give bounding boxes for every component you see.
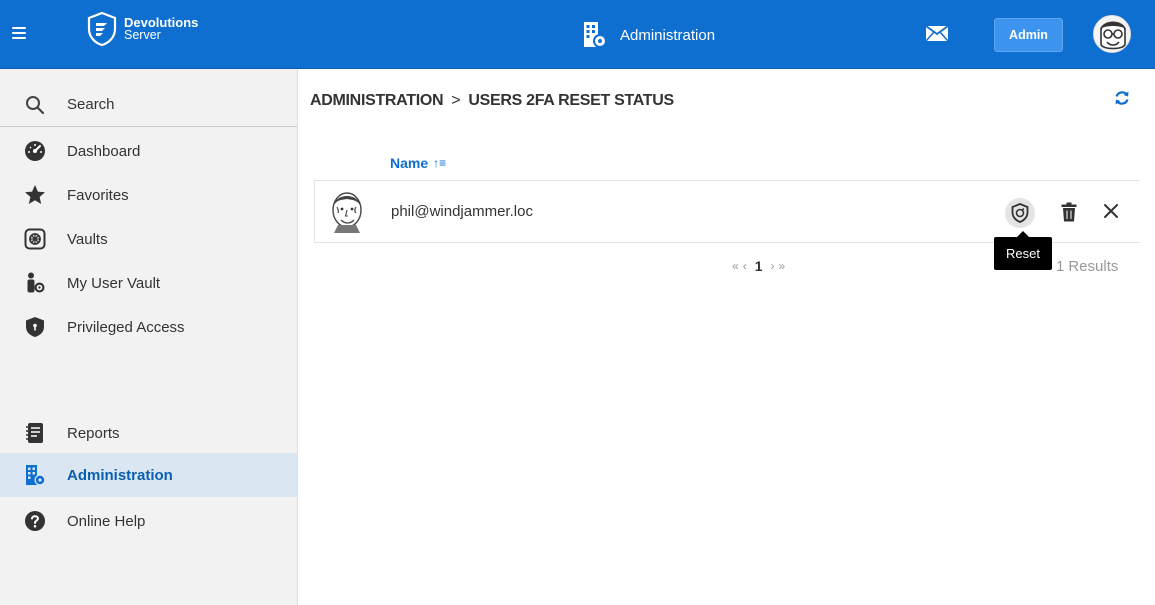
sidebar-item-label: Reports	[67, 424, 120, 442]
devolutions-logo-icon	[87, 12, 117, 46]
admin-button[interactable]: Admin	[994, 18, 1063, 52]
sidebar-item-administration[interactable]: Administration	[0, 453, 297, 497]
results-count: 1 Results	[1056, 258, 1118, 275]
top-bar: Devolutions Server Administration Admin	[0, 0, 1155, 69]
administration-icon	[26, 465, 46, 486]
sidebar-item-label: Privileged Access	[67, 318, 185, 336]
vault-icon	[24, 228, 46, 250]
header-title: Administration	[620, 26, 716, 44]
sidebar-item-label: Dashboard	[67, 142, 141, 160]
refresh-icon[interactable]	[1113, 89, 1131, 107]
header-section-title: Administration	[581, 21, 715, 49]
user-avatar[interactable]	[1093, 15, 1131, 53]
sidebar-item-favorites[interactable]: Favorites	[0, 173, 297, 217]
reset-tooltip: Reset	[994, 231, 1052, 270]
avatar	[332, 192, 362, 233]
sidebar-item-label: Favorites	[67, 186, 129, 204]
column-header-name[interactable]: Name ↑≡	[390, 155, 446, 171]
sidebar-item-label: My User Vault	[67, 274, 161, 292]
current-page[interactable]: 1	[755, 258, 763, 274]
mail-icon[interactable]	[926, 26, 948, 41]
next-page-button[interactable]: ›	[770, 259, 774, 273]
sidebar-item-reports[interactable]: Reports	[0, 411, 297, 455]
reports-icon	[26, 423, 43, 443]
sidebar-item-label: Online Help	[67, 512, 146, 530]
sidebar-item-label: Search	[67, 96, 115, 113]
sidebar-item-my-user-vault[interactable]: My User Vault	[0, 261, 297, 305]
delete-button[interactable]	[1059, 200, 1079, 224]
sidebar-item-vaults[interactable]: Vaults	[0, 217, 297, 261]
prev-page-button[interactable]: ‹	[743, 259, 747, 273]
avatar-icon	[1094, 16, 1130, 52]
trash-icon	[1061, 202, 1077, 222]
breadcrumb-separator: >	[451, 92, 461, 109]
brand-logo[interactable]: Devolutions Server	[87, 12, 198, 46]
brand-subtitle: Server	[124, 28, 161, 42]
user-email: phil@windjammer.loc	[391, 203, 533, 220]
sort-ascending-icon: ↑≡	[433, 156, 447, 170]
sidebar: Search Dashboard Favorites Vaults My Use…	[0, 69, 298, 605]
sidebar-item-dashboard[interactable]: Dashboard	[0, 129, 297, 173]
column-header-label: Name	[390, 155, 429, 171]
reset-2fa-button[interactable]	[1005, 198, 1035, 228]
shield-reset-icon	[1011, 203, 1029, 223]
shield-icon	[26, 317, 44, 337]
sidebar-item-label: Administration	[67, 466, 173, 484]
breadcrumb: ADMINISTRATION > USERS 2FA RESET STATUS	[310, 92, 674, 110]
sidebar-item-search[interactable]: Search	[0, 83, 297, 127]
search-icon	[26, 96, 45, 115]
user-vault-icon	[27, 272, 45, 293]
pagination: « ‹ 1 › »	[732, 258, 785, 274]
sidebar-item-label: Vaults	[67, 230, 108, 248]
first-page-button[interactable]: «	[732, 259, 739, 273]
last-page-button[interactable]: »	[778, 259, 785, 273]
close-icon[interactable]	[1103, 203, 1119, 219]
sidebar-item-online-help[interactable]: Online Help	[0, 499, 297, 543]
administration-icon	[584, 22, 607, 48]
results-number: 1	[1056, 258, 1065, 275]
dashboard-icon	[25, 141, 45, 161]
star-icon	[25, 185, 45, 204]
sidebar-item-privileged-access[interactable]: Privileged Access	[0, 305, 297, 349]
results-label: Results	[1068, 258, 1119, 275]
help-icon	[25, 511, 45, 531]
breadcrumb-root[interactable]: ADMINISTRATION	[310, 92, 444, 110]
hamburger-menu-icon[interactable]	[12, 27, 26, 39]
breadcrumb-current: USERS 2FA RESET STATUS	[468, 92, 674, 109]
